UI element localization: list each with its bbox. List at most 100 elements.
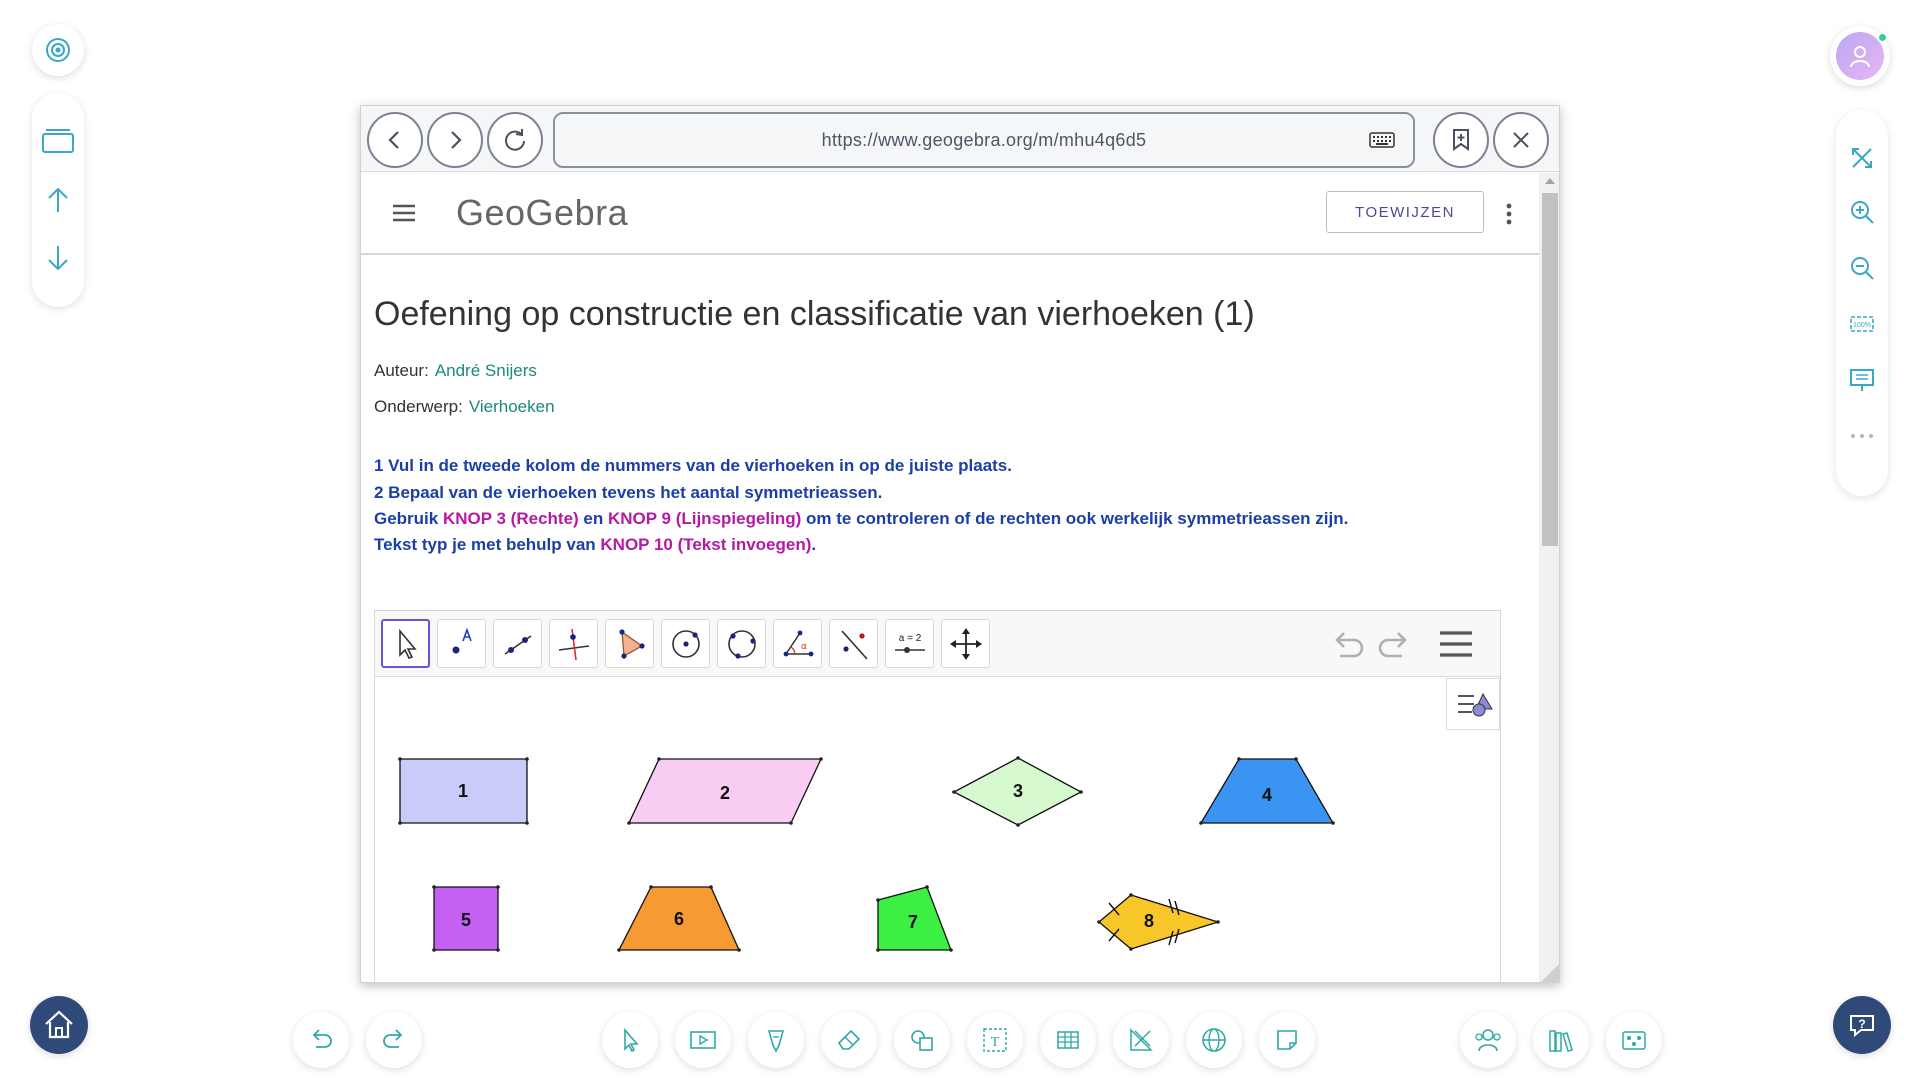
reflect-about-line-tool[interactable] <box>829 619 878 668</box>
undo-icon <box>312 1029 332 1048</box>
hamburger-menu-icon[interactable] <box>391 201 417 225</box>
instruction-line-3: Gebruik KNOP 3 (Rechte) en KNOP 9 (Lijns… <box>374 509 1348 529</box>
topic-line: Onderwerp: Vierhoeken <box>374 397 555 417</box>
dock-select-button[interactable] <box>602 1012 658 1068</box>
scrollbar-thumb[interactable] <box>1542 193 1558 546</box>
quadrilateral-label: 5 <box>461 910 471 930</box>
reload-button[interactable] <box>487 112 543 168</box>
quadrilateral-2[interactable]: 2 <box>627 757 823 825</box>
geogebra-logo[interactable]: GeoGebra <box>456 189 628 237</box>
presentation-icon[interactable] <box>1848 366 1876 394</box>
quadrilateral-label: 8 <box>1144 911 1154 931</box>
dock-collaboration-button[interactable] <box>1460 1012 1516 1068</box>
users-icon <box>1475 1029 1501 1052</box>
cursor-arrow-icon <box>624 1027 639 1053</box>
dock-undo-button[interactable] <box>293 1012 349 1068</box>
dock-table-button[interactable] <box>1040 1012 1096 1068</box>
page-scrollbar[interactable] <box>1539 173 1559 982</box>
settings-button[interactable] <box>32 24 84 76</box>
arrow-up-icon[interactable] <box>44 185 72 215</box>
dock-redo-button[interactable] <box>366 1012 422 1068</box>
reflect-icon <box>840 629 868 660</box>
close-browser-button[interactable] <box>1493 112 1549 168</box>
quadrilateral-3[interactable]: 3 <box>952 756 1083 827</box>
quadrilateral-1[interactable]: 1 <box>398 757 529 825</box>
ruler-compass-icon <box>1130 1028 1153 1051</box>
redo-icon[interactable] <box>1376 628 1412 660</box>
instruction-line-1: 1 Vul in de tweede kolom de nummers van … <box>374 456 1012 475</box>
address-bar[interactable]: https://www.geogebra.org/m/mhu4q6d5 <box>553 112 1415 168</box>
bookmark-button[interactable] <box>1433 112 1489 168</box>
circle-three-points-tool[interactable] <box>717 619 766 668</box>
forward-button[interactable] <box>427 112 483 168</box>
toewijzen-button[interactable]: TOEWIJZEN <box>1326 191 1484 233</box>
circle-center-point-tool[interactable] <box>661 619 710 668</box>
angle-tool[interactable]: α <box>773 619 822 668</box>
more-options-icon[interactable] <box>1848 422 1876 450</box>
fullscreen-close-icon[interactable] <box>1848 144 1876 172</box>
dock-text-button[interactable]: T <box>967 1012 1023 1068</box>
back-button[interactable] <box>367 112 423 168</box>
quadrilateral-8[interactable]: 8 <box>1097 893 1221 951</box>
user-avatar-button[interactable] <box>1830 26 1890 86</box>
quadrilateral-label: 2 <box>720 783 730 803</box>
zoom-in-icon[interactable] <box>1848 198 1876 226</box>
quadrilateral-4[interactable]: 4 <box>1199 757 1335 825</box>
globe-icon <box>1202 1028 1226 1052</box>
quadrilateral-label: 7 <box>908 912 918 932</box>
dock-math-tools-button[interactable] <box>1113 1012 1169 1068</box>
author-line: Auteur: André Snijers <box>374 361 537 381</box>
zoom-out-icon[interactable] <box>1848 254 1876 282</box>
polygon-tool[interactable] <box>605 619 654 668</box>
zoom-100-icon[interactable]: 100% <box>1848 310 1876 338</box>
perpendicular-line-tool[interactable] <box>549 619 598 668</box>
scroll-up-arrow-icon[interactable] <box>1545 178 1555 184</box>
sticky-note-icon <box>1277 1030 1297 1050</box>
slides-icon[interactable] <box>40 125 76 155</box>
dock-pen-button[interactable] <box>748 1012 804 1068</box>
dock-browser-button[interactable] <box>1186 1012 1242 1068</box>
dock-widgets-button[interactable] <box>1606 1012 1662 1068</box>
dock-eraser-button[interactable] <box>821 1012 877 1068</box>
circle-icon <box>671 629 700 658</box>
quadrilateral-5[interactable]: 5 <box>432 885 500 952</box>
dock-note-button[interactable] <box>1259 1012 1315 1068</box>
resize-grip-icon[interactable] <box>1539 962 1559 982</box>
move-arrows-icon <box>949 627 982 660</box>
instruction-text: om te controleren of de rechten ook werk… <box>801 509 1349 528</box>
home-button[interactable] <box>30 996 88 1054</box>
kebab-menu-icon[interactable] <box>1503 201 1515 227</box>
arrow-down-icon[interactable] <box>44 243 72 273</box>
svg-text:100%: 100% <box>1853 322 1871 329</box>
instruction-text: en <box>578 509 608 528</box>
instruction-text: . <box>811 535 817 554</box>
user-icon <box>1850 46 1870 68</box>
move-graphics-view-tool[interactable] <box>941 619 990 668</box>
instruction-line-4: Tekst typ je met behulp van KNOP 10 (Tek… <box>374 535 816 555</box>
segment-tool[interactable] <box>493 619 542 668</box>
point-tool[interactable] <box>437 619 486 668</box>
dock-media-button[interactable] <box>675 1012 731 1068</box>
slider-tool[interactable]: a = 2 <box>885 619 934 668</box>
quadrilateral-7[interactable]: 7 <box>876 885 953 952</box>
quadrilateral-6[interactable]: 6 <box>617 885 741 952</box>
graphics-view[interactable]: 1 2 3 4 5 6 7 8 <box>375 677 1500 983</box>
slider-tool-label: a = 2 <box>898 633 921 644</box>
dock-shapes-button[interactable] <box>894 1012 950 1068</box>
topic-link[interactable]: Vierhoeken <box>469 397 555 416</box>
help-button[interactable]: ? <box>1833 996 1891 1054</box>
svg-text:T: T <box>991 1035 1000 1050</box>
undo-icon[interactable] <box>1330 628 1366 660</box>
quadrilateral-label: 6 <box>674 909 684 929</box>
applet-menu-icon[interactable] <box>1438 628 1474 660</box>
keyboard-icon[interactable] <box>1369 131 1395 149</box>
instruction-highlight: KNOP 10 (Tekst invoegen) <box>600 535 812 554</box>
move-tool[interactable] <box>381 619 430 668</box>
author-link[interactable]: André Snijers <box>435 361 537 380</box>
web-page: GeoGebra TOEWIJZEN Oefening op construct… <box>361 173 1559 983</box>
slider-icon: a = 2 <box>894 633 925 653</box>
dock-library-button[interactable] <box>1533 1012 1589 1068</box>
page-title: Oefening op constructie en classificatie… <box>374 295 1255 333</box>
angle-icon: α <box>783 630 813 656</box>
browser-toolbar: https://www.geogebra.org/m/mhu4q6d5 <box>361 106 1559 172</box>
